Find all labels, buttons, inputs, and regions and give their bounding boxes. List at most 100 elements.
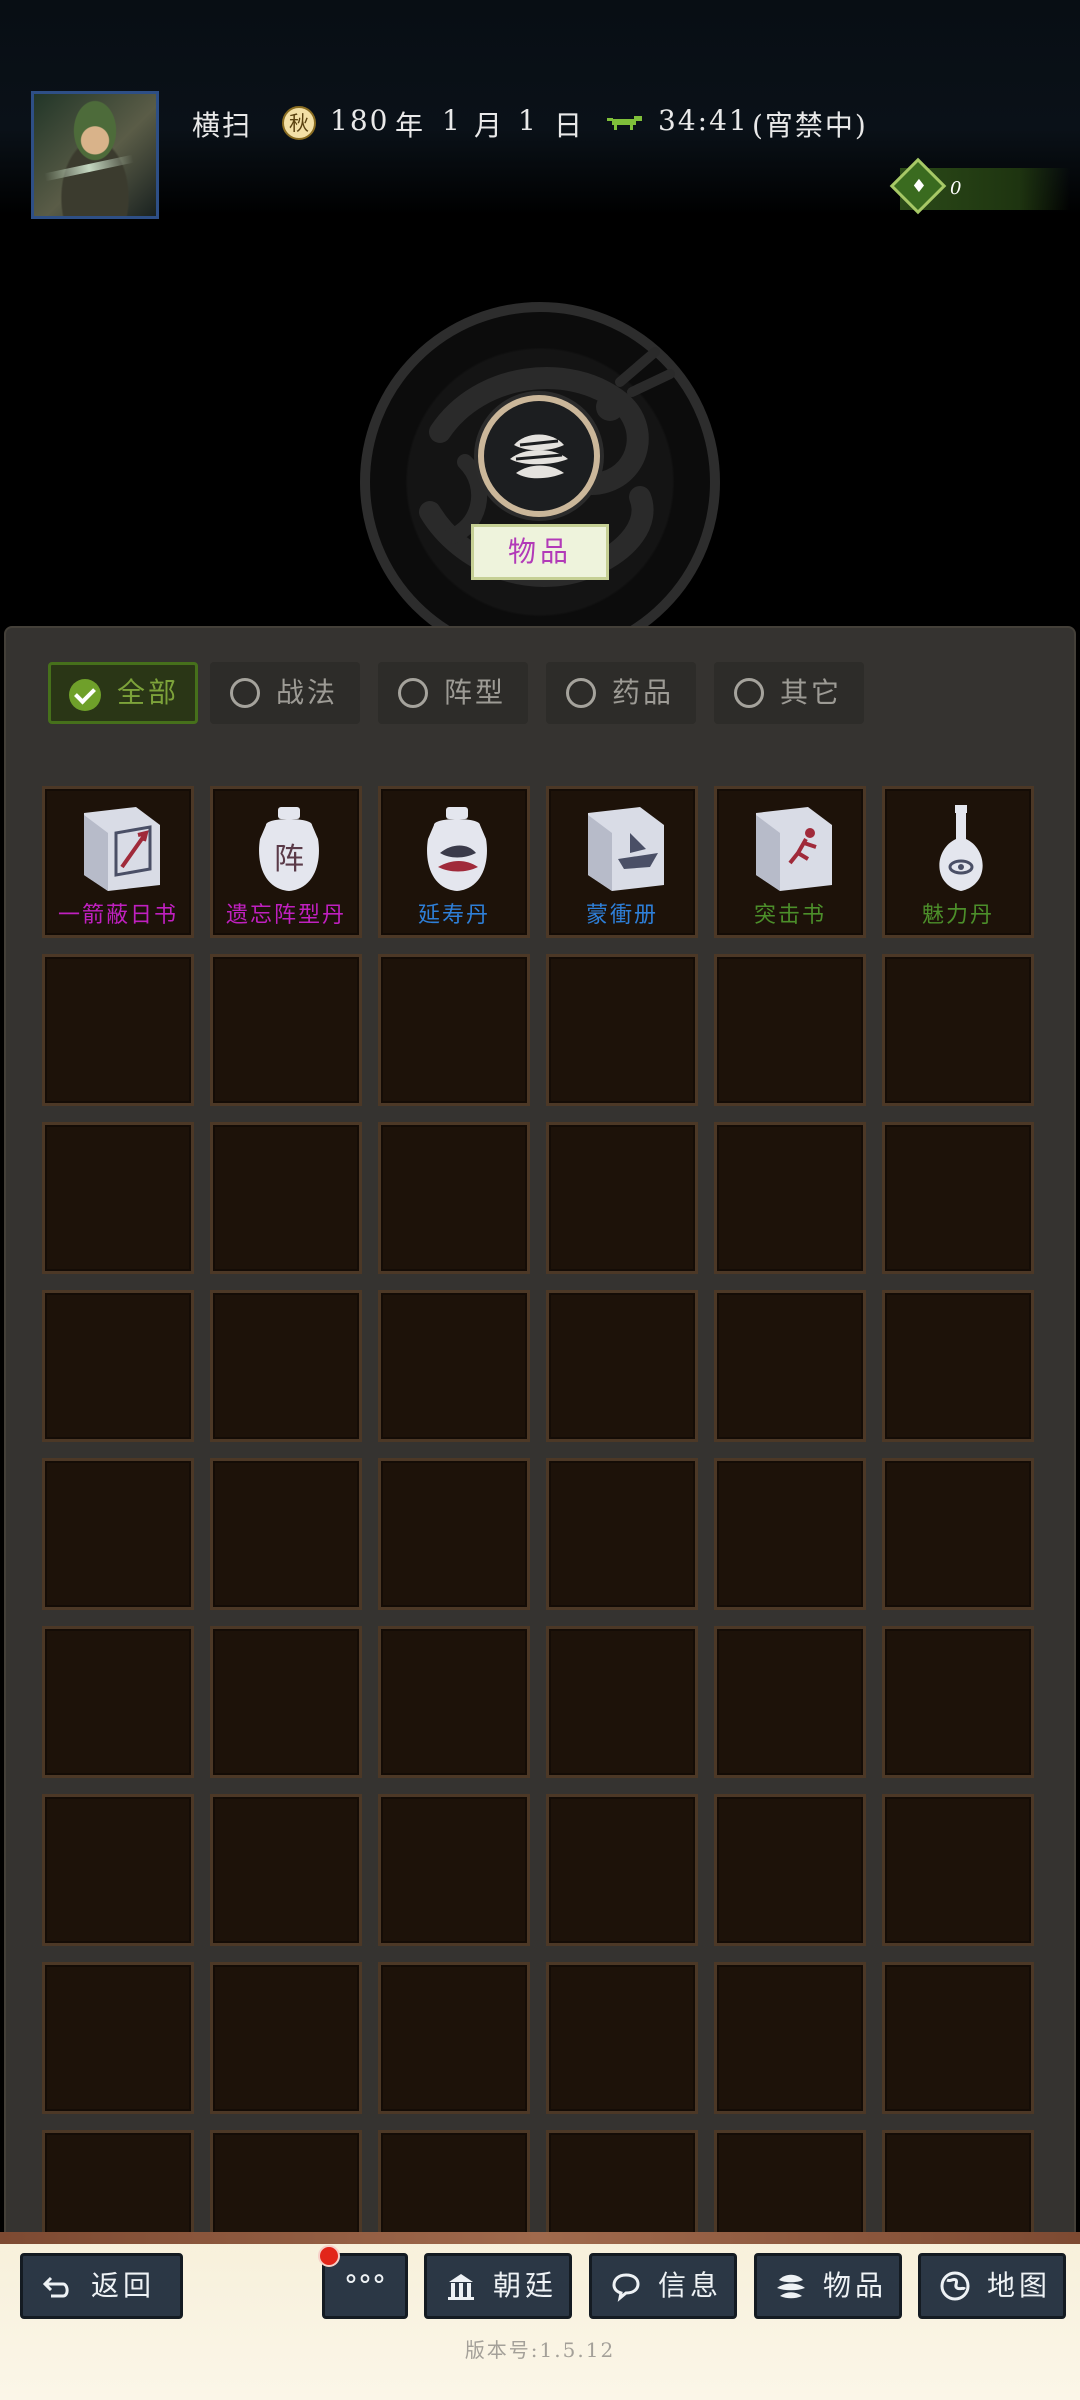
court-label: 朝廷 [493, 2269, 558, 2302]
empty-slot[interactable] [882, 1122, 1034, 1274]
money-bag-icon: ♦ [910, 176, 928, 197]
empty-slot[interactable] [714, 954, 866, 1106]
jar-longevity-icon [427, 807, 487, 891]
back-label: 返回 [91, 2269, 156, 2302]
empty-slot[interactable] [210, 1962, 362, 2114]
tab-label: 其它 [780, 676, 843, 709]
screen: 横扫 秋 180 年 1 月 1 日 34:41 (宵禁中) ♦ 0 物品 全部… [0, 0, 1080, 2400]
empty-slot[interactable] [882, 1458, 1034, 1610]
empty-slot[interactable] [42, 954, 194, 1106]
empty-slot[interactable] [42, 1290, 194, 1442]
item-slot[interactable]: 阵遗忘阵型丹 [210, 786, 362, 938]
back-arrow-icon [42, 2276, 69, 2298]
tab-all[interactable]: 全部 [48, 662, 198, 724]
tab-label: 药品 [612, 676, 675, 709]
player-name: 横扫 [192, 109, 253, 142]
horse-icon [607, 116, 642, 130]
map-button[interactable]: 地图 [918, 2253, 1066, 2319]
items-label: 物品 [823, 2269, 888, 2302]
curfew-status: (宵禁中) [752, 109, 868, 142]
svg-text:阵: 阵 [274, 842, 304, 877]
empty-slot[interactable] [882, 954, 1034, 1106]
month-unit: 月 [474, 109, 505, 142]
empty-slot[interactable] [546, 1458, 698, 1610]
season-icon: 秋 [282, 106, 316, 140]
item-slot[interactable]: 蒙衝册 [546, 786, 698, 938]
info-button[interactable]: 信息 [589, 2253, 737, 2319]
empty-slot[interactable] [378, 1122, 530, 1274]
empty-slot[interactable] [42, 1962, 194, 2114]
empty-slot[interactable] [714, 1290, 866, 1442]
radio-icon [398, 678, 428, 708]
items-button[interactable]: 物品 [754, 2253, 902, 2319]
avatar[interactable] [31, 91, 159, 219]
item-slot[interactable]: 魅力丹 [882, 786, 1034, 938]
empty-slot[interactable] [714, 1458, 866, 1610]
item-name: 一箭蔽日书 [57, 903, 178, 928]
empty-slot[interactable] [210, 954, 362, 1106]
empty-slot[interactable] [42, 1794, 194, 1946]
empty-slot[interactable] [714, 1794, 866, 1946]
check-icon [69, 679, 101, 711]
palace-icon [448, 2274, 474, 2300]
more-label: °°° [344, 2269, 386, 2302]
page-title: 物品 [471, 524, 609, 580]
empty-slot[interactable] [546, 1290, 698, 1442]
tab-medicine[interactable]: 药品 [546, 662, 696, 724]
empty-slot[interactable] [42, 1122, 194, 1274]
back-button[interactable]: 返回 [20, 2253, 183, 2319]
empty-slot[interactable] [714, 1962, 866, 2114]
radio-icon [734, 678, 764, 708]
empty-slot[interactable] [882, 1290, 1034, 1442]
item-name: 延寿丹 [417, 903, 490, 928]
empty-slot[interactable] [378, 1962, 530, 2114]
empty-slot[interactable] [546, 1626, 698, 1778]
tab-formation[interactable]: 阵型 [378, 662, 528, 724]
globe-icon [940, 2271, 970, 2301]
item-slot[interactable]: 一箭蔽日书 [42, 786, 194, 938]
empty-slot[interactable] [546, 954, 698, 1106]
day-value: 1 [518, 104, 538, 137]
empty-slot[interactable] [378, 954, 530, 1106]
chat-bubble-icon [612, 2273, 640, 2302]
time-value: 34:41 [658, 104, 749, 137]
notification-dot [318, 2245, 340, 2267]
tab-other[interactable]: 其它 [714, 662, 864, 724]
book-arrow-icon [84, 807, 160, 891]
empty-slot[interactable] [42, 1458, 194, 1610]
radio-icon [230, 678, 260, 708]
empty-slot[interactable] [42, 1626, 194, 1778]
empty-slot[interactable] [378, 1458, 530, 1610]
empty-slot[interactable] [546, 1122, 698, 1274]
item-name: 蒙衝册 [585, 903, 658, 928]
month-value: 1 [442, 104, 462, 137]
empty-slot[interactable] [882, 1794, 1034, 1946]
empty-slot[interactable] [210, 1122, 362, 1274]
empty-slot[interactable] [210, 1794, 362, 1946]
empty-slot[interactable] [378, 1794, 530, 1946]
radio-icon [566, 678, 596, 708]
empty-slot[interactable] [210, 1458, 362, 1610]
empty-slot[interactable] [210, 1626, 362, 1778]
item-slot[interactable]: 延寿丹 [378, 786, 530, 938]
info-label: 信息 [658, 2269, 723, 2302]
scrolls-icon [510, 434, 568, 479]
court-button[interactable]: 朝廷 [424, 2253, 572, 2319]
empty-slot[interactable] [714, 1626, 866, 1778]
item-slot[interactable]: 突击书 [714, 786, 866, 938]
empty-slot[interactable] [714, 1122, 866, 1274]
empty-slot[interactable] [882, 1626, 1034, 1778]
item-name: 遗忘阵型丹 [225, 903, 346, 928]
scrolls-icon [777, 2274, 805, 2299]
tab-label: 战法 [276, 676, 339, 709]
map-label: 地图 [987, 2269, 1052, 2302]
empty-slot[interactable] [378, 1290, 530, 1442]
bottom-nav-border [0, 2232, 1080, 2244]
tab-label: 全部 [117, 676, 180, 709]
empty-slot[interactable] [882, 1962, 1034, 2114]
empty-slot[interactable] [546, 1794, 698, 1946]
tab-tactics[interactable]: 战法 [210, 662, 360, 724]
empty-slot[interactable] [378, 1626, 530, 1778]
empty-slot[interactable] [546, 1962, 698, 2114]
empty-slot[interactable] [210, 1290, 362, 1442]
